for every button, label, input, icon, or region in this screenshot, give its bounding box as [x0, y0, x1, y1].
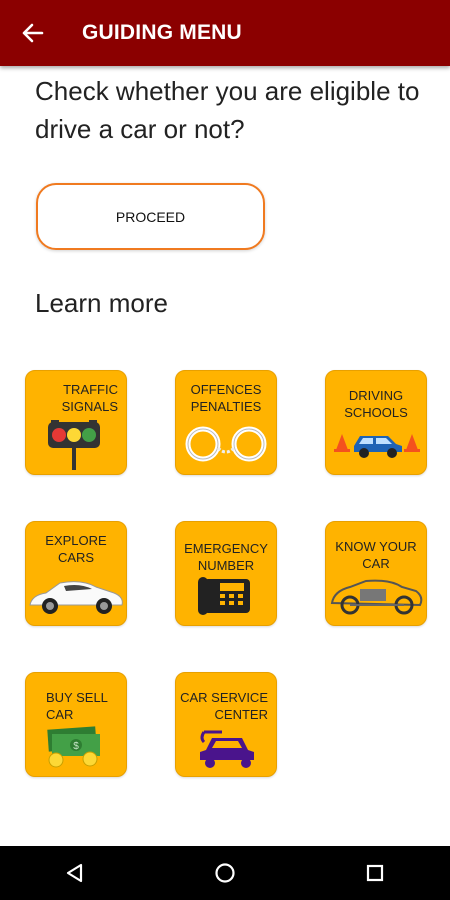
tile-label: KNOW YOUR CAR — [335, 539, 417, 571]
tile-buy-sell-car[interactable]: BUY SELL CAR $ — [25, 672, 127, 777]
tile-driving-schools[interactable]: DRIVING SCHOOLS — [325, 370, 427, 475]
system-nav-bar — [0, 846, 450, 900]
tile-label: OFFENCES PENALTIES — [190, 382, 262, 414]
recents-square-icon — [366, 864, 384, 882]
tile-explore-cars[interactable]: EXPLORE CARS — [25, 521, 127, 626]
tile-label: EXPLORE CARS — [45, 533, 107, 565]
tile-emergency-number[interactable]: EMERGENCY NUMBER — [175, 521, 277, 626]
svg-text:$: $ — [73, 741, 79, 752]
nav-recents-button[interactable] — [345, 846, 405, 900]
proceed-button[interactable]: PROCEED — [36, 183, 265, 250]
tile-offences-penalties[interactable]: OFFENCES PENALTIES — [175, 370, 277, 475]
tile-label: TRAFFIC SIGNALS — [61, 382, 118, 414]
training-car-icon — [334, 434, 420, 458]
tile-car-service-center[interactable]: CAR SERVICE CENTER — [175, 672, 277, 777]
tile-know-your-car[interactable]: KNOW YOUR CAR — [325, 521, 427, 626]
car-service-icon — [200, 730, 254, 768]
back-button[interactable] — [0, 0, 66, 66]
tile-label: BUY SELL CAR — [46, 690, 108, 722]
tile-traffic-signals[interactable]: TRAFFIC SIGNALS — [25, 370, 127, 475]
cash-icon: $ — [47, 726, 100, 768]
page-title: GUIDING MENU — [82, 21, 242, 44]
tile-label: CAR SERVICE CENTER — [180, 690, 268, 722]
car-parts-icon — [330, 579, 423, 615]
eligibility-question: Check whether you are eligible to drive … — [35, 76, 420, 144]
home-circle-icon — [215, 863, 235, 883]
sports-car-icon — [29, 581, 123, 614]
handcuffs-icon — [185, 426, 267, 462]
back-triangle-icon — [66, 863, 83, 883]
nav-back-button[interactable] — [45, 846, 105, 900]
telephone-icon — [198, 577, 250, 615]
learn-more-heading: Learn more — [35, 288, 168, 318]
traffic-light-icon — [48, 420, 100, 470]
nav-home-button[interactable] — [195, 846, 255, 900]
tile-label: DRIVING SCHOOLS — [344, 388, 408, 420]
arrow-left-icon — [22, 23, 44, 43]
app-bar: GUIDING MENU — [0, 0, 450, 66]
